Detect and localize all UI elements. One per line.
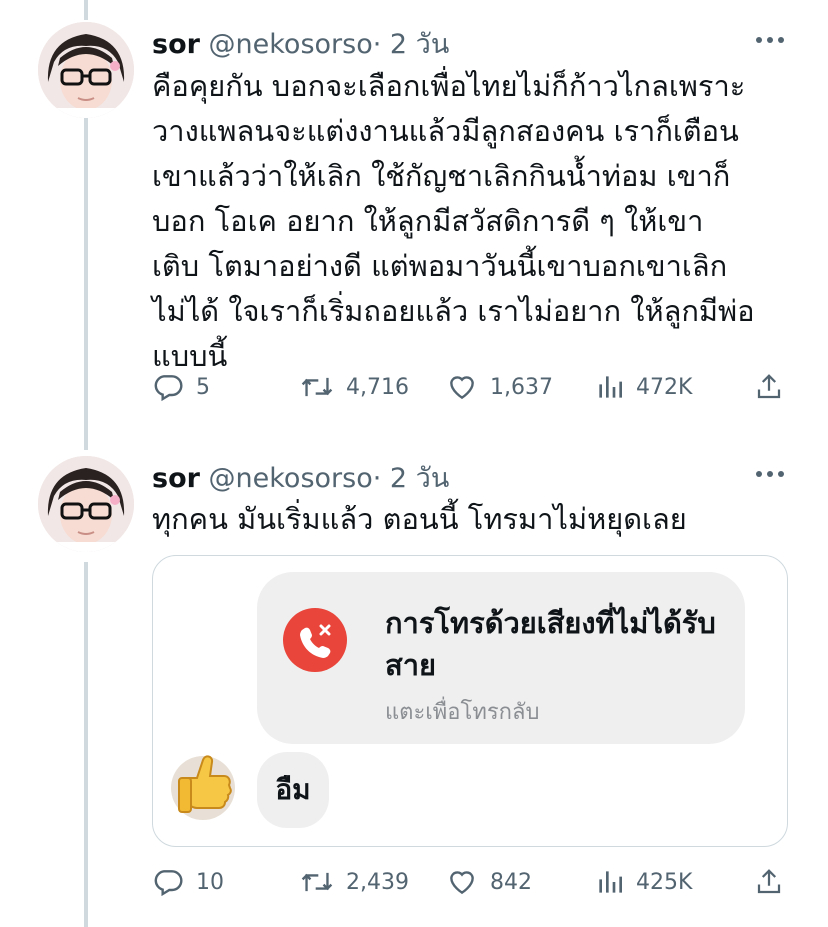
like-button[interactable]: 842 (446, 862, 532, 902)
share-icon (757, 869, 781, 894)
share-button[interactable] (754, 367, 784, 407)
views-button[interactable]: 425K (596, 862, 692, 902)
missed-call-bubble: การโทรด้วยเสียงที่ไม่ได้รับสาย แตะเพื่อโ… (257, 572, 745, 744)
more-icon[interactable] (756, 464, 792, 484)
views-count: 425K (636, 869, 693, 895)
thread-line (84, 0, 88, 20)
share-button[interactable] (754, 862, 784, 902)
user-handle[interactable]: @nekosorso (209, 29, 373, 60)
action-bar: 5 4,716 1,637 472K (152, 367, 788, 407)
timestamp[interactable]: 2 วัน (390, 29, 449, 60)
heart-icon (450, 871, 474, 895)
views-count: 472K (636, 374, 693, 400)
thread-line (84, 562, 88, 927)
timestamp[interactable]: 2 วัน (390, 463, 449, 494)
media-card[interactable]: การโทรด้วยเสียงที่ไม่ได้รับสาย แตะเพื่อโ… (152, 555, 788, 847)
action-bar: 10 2,439 842 425K (152, 862, 788, 902)
reply-button[interactable]: 5 (152, 367, 210, 407)
reply-icon (154, 375, 183, 402)
thumbs-up-icon (167, 742, 239, 822)
user-handle[interactable]: @nekosorso (209, 463, 373, 494)
views-icon (599, 376, 622, 398)
heart-icon (450, 376, 474, 400)
avatar[interactable] (38, 456, 134, 552)
avatar[interactable] (38, 22, 134, 118)
thread-line (84, 118, 88, 450)
reply-icon (154, 870, 183, 897)
retweet-button[interactable]: 2,439 (300, 862, 409, 902)
call-subtitle: แตะเพื่อโทรกลับ (385, 700, 540, 725)
separator: · (372, 463, 382, 494)
like-count: 842 (490, 869, 532, 895)
tweet-header: sor @nekosorso· 2 วัน (152, 456, 449, 499)
like-button[interactable]: 1,637 (446, 367, 553, 407)
display-name[interactable]: sor (152, 463, 200, 494)
like-count: 1,637 (490, 374, 553, 400)
reply-count: 5 (196, 374, 210, 400)
missed-call-icon (283, 608, 347, 672)
retweet-icon (301, 377, 333, 397)
retweet-icon (301, 872, 333, 892)
retweet-count: 2,439 (346, 869, 409, 895)
call-title: การโทรด้วยเสียงที่ไม่ได้รับสาย (385, 606, 716, 682)
separator: · (372, 29, 382, 60)
tweet-text: คือคุยกัน บอกจะเลือกเพื่อไทยไม่ก็ก้าวไกล… (152, 69, 755, 373)
retweet-count: 4,716 (346, 374, 409, 400)
retweet-button[interactable]: 4,716 (300, 367, 409, 407)
display-name[interactable]: sor (152, 29, 200, 60)
tweet-text: ทุกคน มันเริ่มแล้ว ตอนนี้ โทรมาไม่หยุดเล… (152, 502, 687, 536)
reply-button[interactable]: 10 (152, 862, 224, 902)
reply-bubble: อืม (257, 752, 329, 828)
more-icon[interactable] (756, 30, 792, 50)
views-button[interactable]: 472K (596, 367, 692, 407)
tweet-header: sor @nekosorso· 2 วัน (152, 22, 449, 65)
avatar-image (38, 456, 134, 552)
avatar-image (38, 22, 134, 118)
reply-count: 10 (196, 869, 224, 895)
views-icon (599, 871, 622, 893)
share-icon (757, 374, 781, 399)
